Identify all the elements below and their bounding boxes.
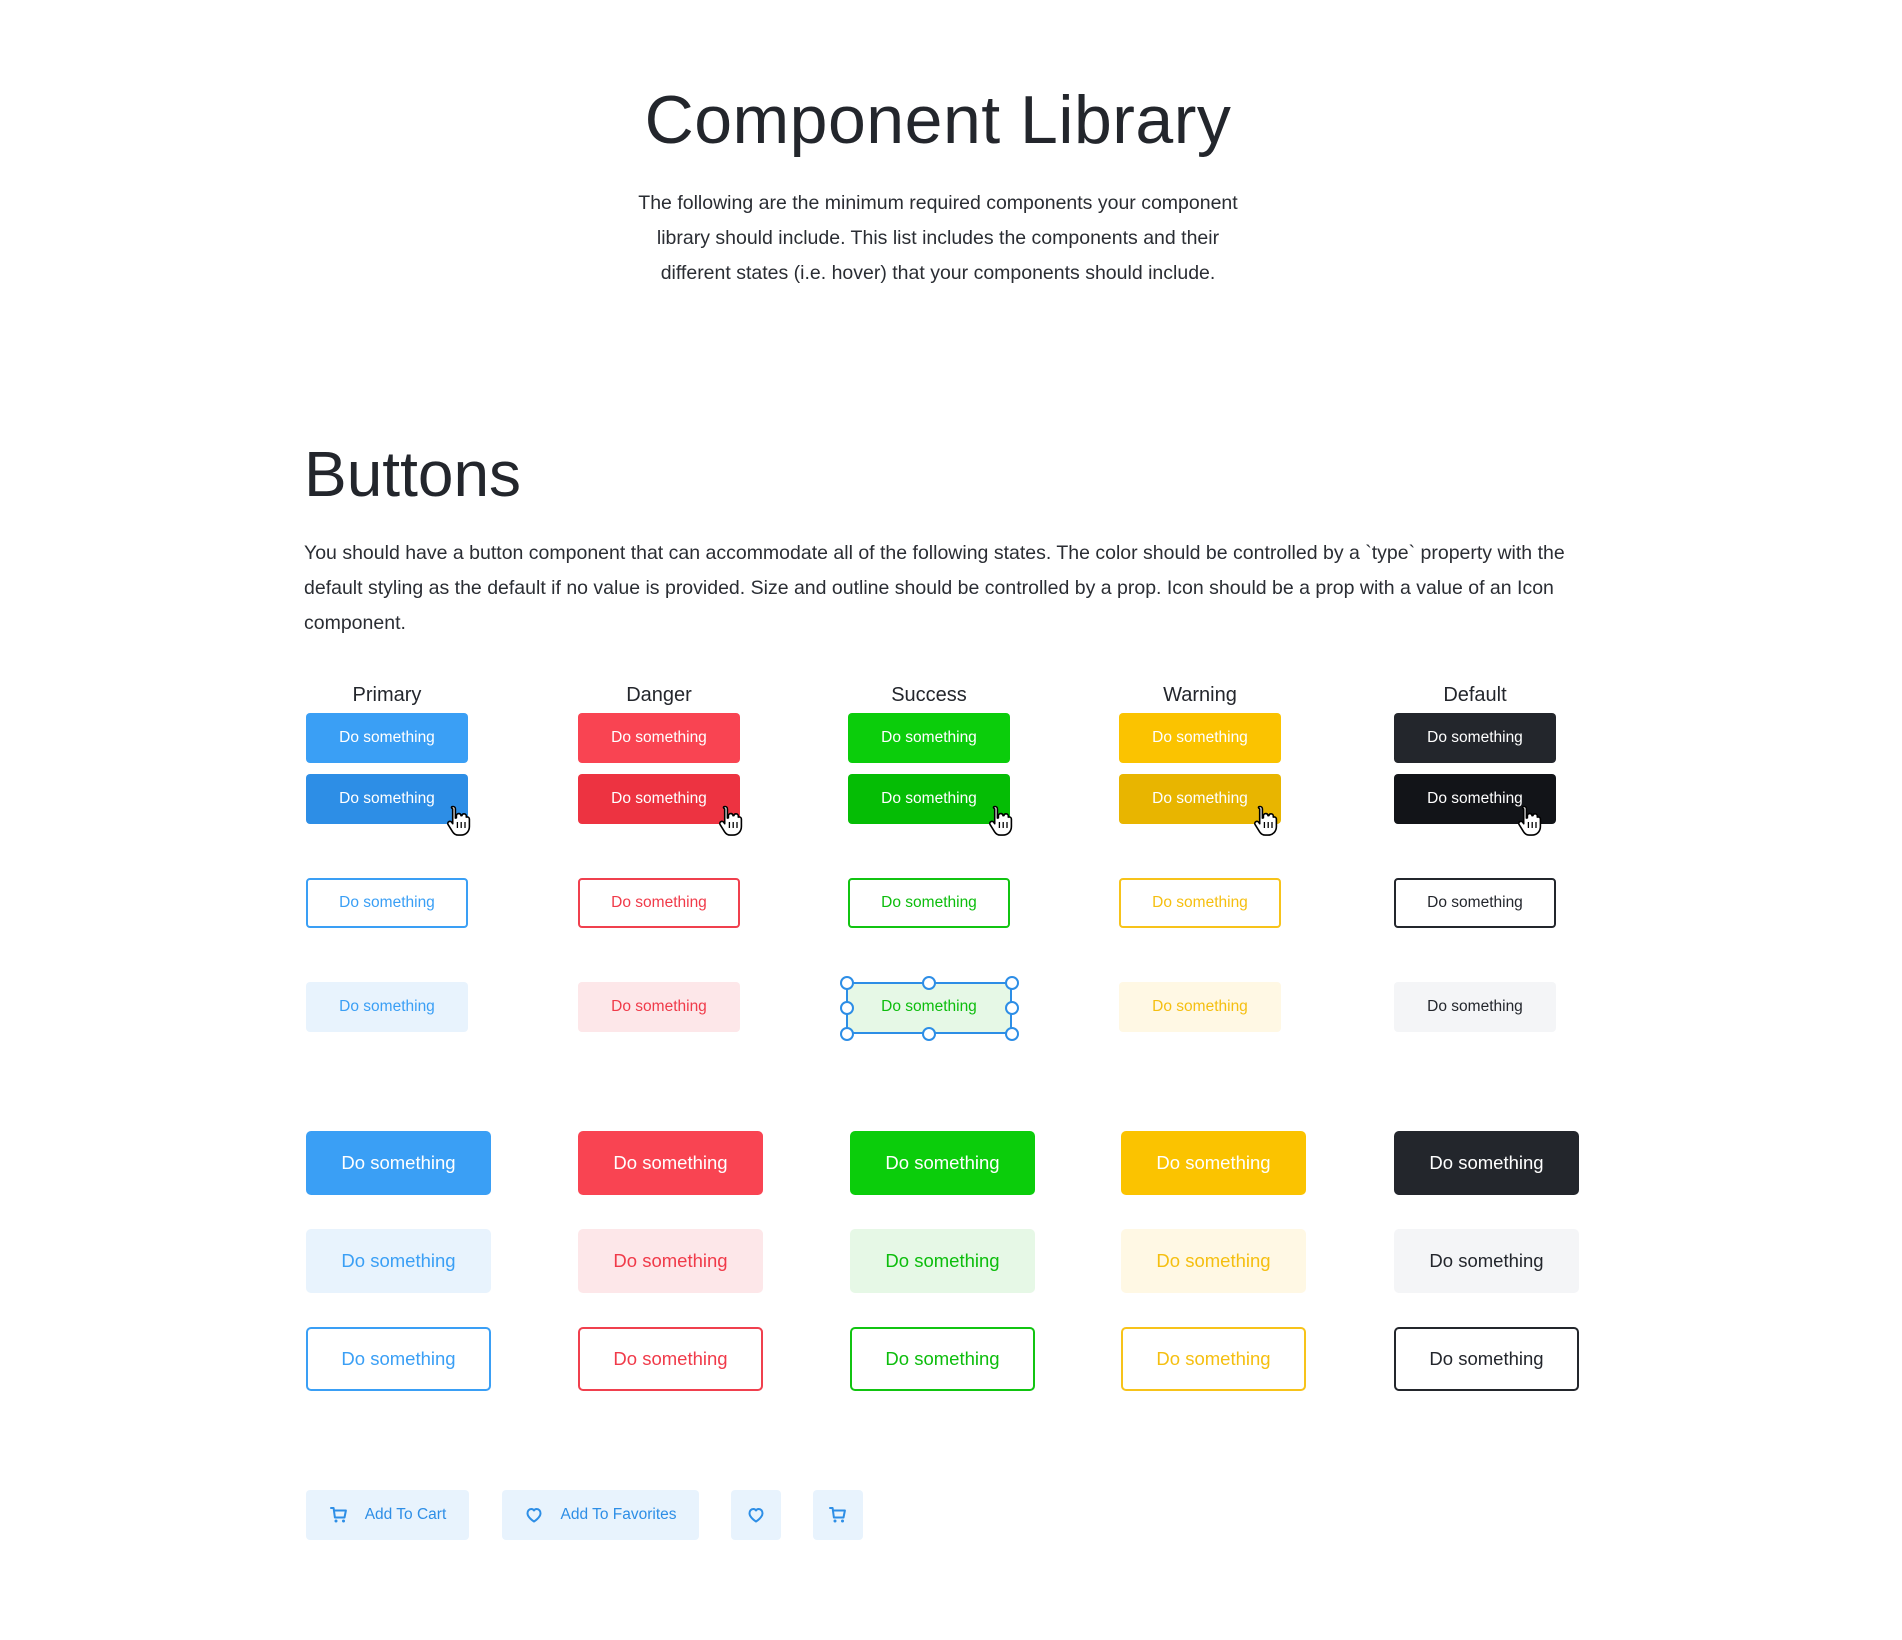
resize-handle[interactable]: [1005, 976, 1019, 990]
success-large-light-button[interactable]: Do something: [850, 1229, 1035, 1293]
add-to-cart-label: Add To Cart: [364, 1506, 447, 1523]
column-label-primary: Primary: [352, 684, 422, 706]
default-large-solid-button[interactable]: Do something: [1394, 1131, 1579, 1195]
warning-large-light-button[interactable]: Do something: [1121, 1229, 1306, 1293]
primary-solid-button[interactable]: Do something: [306, 713, 468, 763]
hand-cursor-icon: [1516, 804, 1542, 838]
danger-solid-button[interactable]: Do something: [578, 713, 740, 763]
primary-light-button[interactable]: Do something: [306, 982, 468, 1032]
cart-icon: [329, 1507, 347, 1523]
primary-large-light-button[interactable]: Do something: [306, 1229, 491, 1293]
warning-outline-button[interactable]: Do something: [1119, 878, 1281, 928]
default-light-button[interactable]: Do something: [1394, 982, 1556, 1032]
default-solid-button[interactable]: Do something: [1394, 713, 1556, 763]
resize-handle[interactable]: [1005, 1027, 1019, 1041]
hand-cursor-icon: [1252, 804, 1278, 838]
favorite-icon-button[interactable]: [731, 1490, 781, 1540]
default-outline-button[interactable]: Do something: [1394, 878, 1556, 928]
heart-icon: [748, 1508, 764, 1523]
default-large-outline-button[interactable]: Do something: [1394, 1327, 1579, 1391]
resize-handle[interactable]: [840, 976, 854, 990]
page-title: Component Library: [644, 82, 1232, 158]
hand-cursor-icon: [717, 804, 743, 838]
section-description: You should have a button component that …: [304, 542, 1565, 634]
column-label-warning: Warning: [1163, 684, 1237, 706]
default-large-light-button[interactable]: Do something: [1394, 1229, 1579, 1293]
hand-cursor-icon: [987, 804, 1013, 838]
success-outline-button[interactable]: Do something: [848, 878, 1010, 928]
success-hover-button[interactable]: Do something: [848, 774, 1010, 824]
resize-handle[interactable]: [840, 1001, 854, 1015]
add-to-favorites-label: Add To Favorites: [560, 1506, 677, 1523]
danger-large-light-button[interactable]: Do something: [578, 1229, 763, 1293]
resize-handle[interactable]: [840, 1027, 854, 1041]
cart-icon-button[interactable]: [813, 1490, 863, 1540]
hand-cursor-icon: [445, 804, 471, 838]
primary-outline-button[interactable]: Do something: [306, 878, 468, 928]
add-to-favorites-button[interactable]: Add To Favorites: [502, 1490, 699, 1540]
warning-large-outline-button[interactable]: Do something: [1121, 1327, 1306, 1391]
heart-icon: [526, 1508, 542, 1523]
danger-large-outline-button[interactable]: Do something: [578, 1327, 763, 1391]
column-label-default: Default: [1443, 684, 1507, 706]
column-label-success: Success: [891, 684, 967, 706]
column-label-danger: Danger: [626, 684, 692, 706]
success-large-solid-button[interactable]: Do something: [850, 1131, 1035, 1195]
resize-handle[interactable]: [1005, 1001, 1019, 1015]
add-to-cart-button[interactable]: Add To Cart: [306, 1490, 469, 1540]
danger-hover-button[interactable]: Do something: [578, 774, 740, 824]
warning-large-solid-button[interactable]: Do something: [1121, 1131, 1306, 1195]
success-solid-button[interactable]: Do something: [848, 713, 1010, 763]
danger-outline-button[interactable]: Do something: [578, 878, 740, 928]
resize-handle[interactable]: [922, 1027, 936, 1041]
cart-icon: [829, 1507, 846, 1523]
success-large-outline-button[interactable]: Do something: [850, 1327, 1035, 1391]
section-title-buttons: Buttons: [304, 438, 522, 510]
warning-solid-button[interactable]: Do something: [1119, 713, 1281, 763]
danger-large-solid-button[interactable]: Do something: [578, 1131, 763, 1195]
primary-large-outline-button[interactable]: Do something: [306, 1327, 491, 1391]
danger-light-button[interactable]: Do something: [578, 982, 740, 1032]
warning-light-button[interactable]: Do something: [1119, 982, 1281, 1032]
resize-handle[interactable]: [922, 976, 936, 990]
primary-hover-button[interactable]: Do something: [306, 774, 468, 824]
primary-large-solid-button[interactable]: Do something: [306, 1131, 491, 1195]
page-intro: The following are the minimum required c…: [638, 192, 1238, 284]
